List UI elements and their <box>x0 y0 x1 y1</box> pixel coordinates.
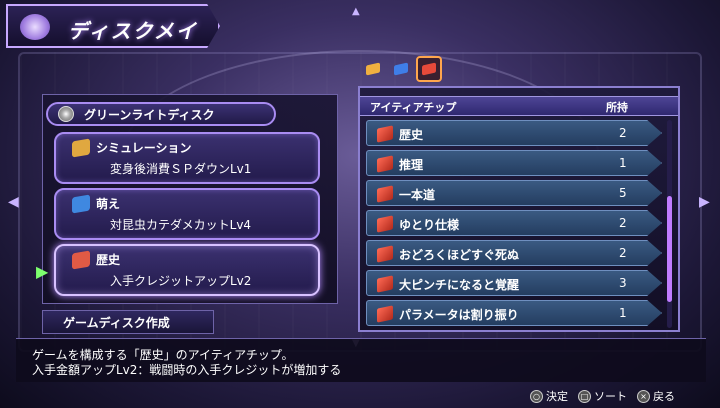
chevron-right-icon[interactable]: ▶ <box>699 194 710 210</box>
sort-label: ソート <box>594 390 627 403</box>
disc-icon <box>58 106 74 122</box>
chip-column-header: アイティアチップ <box>370 101 457 114</box>
button-prompts: ○ 決定 □ ソート × 戻る <box>530 388 675 404</box>
screen-header: ディスクメイク <box>6 4 220 48</box>
chip-list-header: アイティアチップ 所持 <box>360 96 678 116</box>
gear-icon <box>20 14 50 40</box>
red-chip-icon <box>377 185 393 203</box>
chip-row[interactable]: おどろくほどすぐ死ぬ 2 <box>366 240 662 266</box>
red-gem-icon <box>422 62 436 76</box>
chip-name: パラメータは割り振り <box>399 308 519 322</box>
yellow-chip-tab[interactable] <box>360 56 386 82</box>
chip-name: 推理 <box>399 158 424 172</box>
chip-name: 歴史 <box>399 128 424 142</box>
disc-slot-1[interactable]: シミュレーション 変身後消費ＳＰダウンLv1 <box>54 132 320 184</box>
chip-row[interactable]: 一本道 5 <box>366 180 662 206</box>
chip-color-tabs <box>360 56 442 84</box>
disc-name: グリーンライトディスク <box>84 107 215 122</box>
sort-prompt: □ ソート <box>578 388 627 404</box>
red-chip-icon <box>377 155 393 173</box>
chip-icon <box>72 194 90 214</box>
red-chip-icon <box>377 125 393 143</box>
slot-chip-name: シミュレーション <box>96 141 192 155</box>
cross-button-icon: × <box>637 389 650 403</box>
chip-name: ゆとり仕様 <box>399 218 460 232</box>
confirm-label: 決定 <box>546 390 568 403</box>
create-game-disc-button[interactable]: ゲームディスク作成 <box>42 310 214 334</box>
blue-gem-icon <box>394 62 408 76</box>
disc-slot-2[interactable]: 萌え 対昆虫カテダメカットLv4 <box>54 188 320 240</box>
chip-icon <box>72 250 90 270</box>
chip-quantity: 2 <box>619 126 627 140</box>
create-game-disc-label: ゲームディスク作成 <box>63 315 170 330</box>
chip-row[interactable]: パラメータは割り振り 1 <box>366 300 662 326</box>
slot-effect: 入手クレジットアップLv2 <box>110 274 252 288</box>
chip-row[interactable]: 大ピンチになると覚醒 3 <box>366 270 662 296</box>
disc-slot-3[interactable]: 歴史 入手クレジットアップLv2 <box>54 244 320 296</box>
red-chip-icon <box>377 215 393 233</box>
chip-icon <box>72 138 90 158</box>
chip-quantity: 1 <box>619 156 627 170</box>
description-line-2: 入手金額アップLv2：戦闘時の入手クレジットが増加する <box>32 363 342 377</box>
red-chip-icon <box>377 245 393 263</box>
circle-button-icon: ○ <box>530 389 543 403</box>
selection-cursor-icon: ▶ <box>36 262 49 281</box>
chip-quantity: 3 <box>619 276 627 290</box>
red-chip-tab[interactable] <box>416 56 442 82</box>
chevron-up-icon: ▲ <box>352 6 360 17</box>
chip-quantity: 1 <box>619 306 627 320</box>
slot-effect: 変身後消費ＳＰダウンLv1 <box>110 162 252 176</box>
chip-list-scroll-thumb[interactable] <box>667 196 672 302</box>
chip-quantity: 2 <box>619 246 627 260</box>
chevron-left-icon[interactable]: ◀ <box>8 194 19 210</box>
slot-chip-name: 萌え <box>96 197 121 211</box>
disc-name-bar: グリーンライトディスク <box>46 102 276 126</box>
blue-chip-tab[interactable] <box>388 56 414 82</box>
square-button-icon: □ <box>578 389 591 403</box>
chip-row[interactable]: 推理 1 <box>366 150 662 176</box>
chip-row[interactable]: ゆとり仕様 2 <box>366 210 662 236</box>
back-label: 戻る <box>653 390 675 403</box>
yellow-gem-icon <box>366 62 380 76</box>
slot-effect: 対昆虫カテダメカットLv4 <box>110 218 252 232</box>
red-chip-icon <box>377 305 393 323</box>
chip-quantity: 5 <box>619 186 627 200</box>
chip-name: 大ピンチになると覚醒 <box>399 278 520 292</box>
chip-name: おどろくほどすぐ死ぬ <box>399 248 520 262</box>
slot-chip-name: 歴史 <box>96 253 121 267</box>
owned-column-header: 所持 <box>606 101 628 114</box>
chip-quantity: 2 <box>619 216 627 230</box>
confirm-prompt: ○ 決定 <box>530 388 568 404</box>
chip-row[interactable]: 歴史 2 <box>366 120 662 146</box>
chip-name: 一本道 <box>399 188 436 202</box>
red-chip-icon <box>377 275 393 293</box>
back-prompt: × 戻る <box>637 388 675 404</box>
